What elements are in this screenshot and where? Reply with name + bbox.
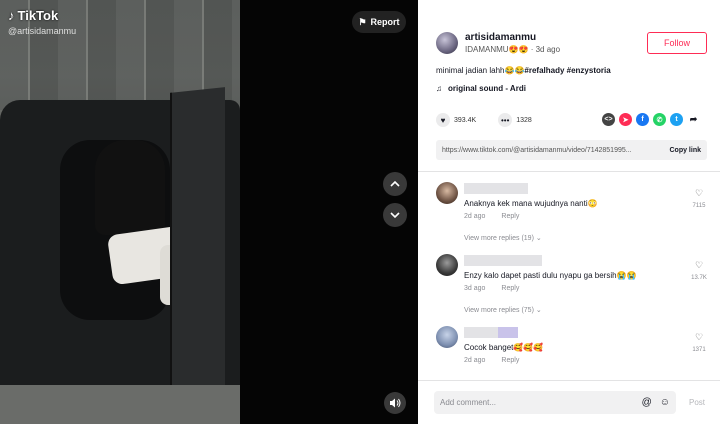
share-link-box: https://www.tiktok.com/@artisidamanmu/vi… bbox=[436, 140, 707, 160]
chevron-down-icon bbox=[390, 212, 400, 219]
music-note-icon: ♫ bbox=[436, 84, 442, 93]
comment-count: 1328 bbox=[516, 116, 532, 124]
tiktok-logo-icon: ♪ bbox=[8, 8, 15, 23]
embed-button[interactable]: <> bbox=[602, 113, 615, 126]
chevron-down-icon: ⌄ bbox=[535, 235, 542, 242]
whatsapp-icon: ✆ bbox=[656, 116, 663, 124]
send-icon: ➤ bbox=[622, 116, 629, 124]
heart-outline-icon: ♡ bbox=[694, 332, 704, 342]
commenter-avatar[interactable] bbox=[436, 254, 458, 276]
divider bbox=[418, 171, 720, 172]
car-door bbox=[170, 87, 225, 393]
previous-video-button[interactable] bbox=[383, 172, 407, 196]
reply-button[interactable]: Reply bbox=[501, 213, 519, 220]
facebook-share-button[interactable]: f bbox=[636, 113, 649, 126]
comment-text: Enzy kalo dapet pasti dulu nyapu ga bers… bbox=[464, 271, 637, 280]
video-player[interactable]: ♪ TikTok @artisidamanmu ⚑ Report bbox=[0, 0, 418, 424]
comment-like-button[interactable]: ♡ bbox=[692, 188, 706, 199]
author-avatar[interactable] bbox=[436, 32, 458, 54]
video-caption: minimal jadian lahh😂😂#refalhady #enzysto… bbox=[436, 66, 611, 75]
twitter-icon: t bbox=[675, 116, 678, 123]
comment-like-button[interactable]: ♡ bbox=[692, 260, 706, 271]
comment-input[interactable]: Add comment... @ ☺ bbox=[434, 391, 676, 414]
reply-button[interactable]: Reply bbox=[501, 285, 519, 292]
side-panel: artisidamanmu IDAMANMU😍😍 · 3d ago Follow… bbox=[418, 0, 720, 424]
facebook-icon: f bbox=[641, 116, 644, 123]
post-time: 3d ago bbox=[535, 45, 561, 54]
comment-text: Cocok banget🥰🥰🥰 bbox=[464, 343, 544, 352]
send-to-friends-button[interactable]: ➤ bbox=[619, 113, 632, 126]
commenter-name-redacted bbox=[464, 327, 518, 338]
watermark-brand: TikTok bbox=[17, 8, 59, 23]
watermark-handle: @artisidamanmu bbox=[8, 26, 77, 36]
post-button[interactable]: Post bbox=[689, 398, 705, 407]
caption-hashtags[interactable]: #refalhady #enzystoria bbox=[524, 66, 610, 75]
embed-icon: <> bbox=[604, 116, 613, 123]
comment-time: 2d ago bbox=[464, 213, 486, 220]
next-video-button[interactable] bbox=[383, 203, 407, 227]
comment-meta: 2d ago Reply bbox=[464, 357, 519, 364]
chevron-up-icon bbox=[390, 180, 400, 187]
commenter-avatar[interactable] bbox=[436, 326, 458, 348]
emoji-icon[interactable]: ☺ bbox=[660, 397, 670, 408]
more-share-button[interactable]: ➦ bbox=[687, 113, 700, 126]
like-count: 393.4K bbox=[454, 116, 477, 124]
comment-meta: 3d ago Reply bbox=[464, 285, 519, 292]
comment-button[interactable]: ••• bbox=[498, 113, 513, 127]
comment-like-count: 13.7K bbox=[691, 275, 707, 281]
commenter-avatar[interactable] bbox=[436, 182, 458, 204]
chevron-down-icon: ⌄ bbox=[535, 307, 542, 314]
music-title: original sound - Ardi bbox=[448, 84, 526, 93]
report-button[interactable]: ⚑ Report bbox=[352, 11, 406, 33]
heart-outline-icon: ♡ bbox=[694, 188, 704, 198]
tiktok-video-page: ♪ TikTok @artisidamanmu ⚑ Report artisid… bbox=[0, 0, 720, 424]
like-button[interactable]: ♥ bbox=[436, 113, 450, 127]
share-row: <> ➤ f ✆ t ➦ bbox=[602, 113, 700, 126]
mention-icon[interactable]: @ bbox=[642, 397, 652, 408]
comment-icon: ••• bbox=[500, 115, 510, 125]
music-link[interactable]: ♫ original sound - Ardi bbox=[436, 84, 526, 93]
commenter-name-redacted bbox=[464, 255, 542, 266]
follow-button[interactable]: Follow bbox=[647, 32, 707, 54]
comment-placeholder: Add comment... bbox=[440, 398, 497, 407]
comment-meta: 2d ago Reply bbox=[464, 213, 519, 220]
whatsapp-share-button[interactable]: ✆ bbox=[653, 113, 666, 126]
view-replies-label: View more replies (19) bbox=[464, 235, 534, 242]
comment-like-count: 1371 bbox=[692, 347, 706, 353]
comment-time: 2d ago bbox=[464, 357, 486, 364]
twitter-share-button[interactable]: t bbox=[670, 113, 683, 126]
reply-button[interactable]: Reply bbox=[501, 357, 519, 364]
copy-link-button[interactable]: Copy link bbox=[669, 147, 701, 154]
commenter-name-redacted bbox=[464, 183, 528, 194]
person-figure bbox=[95, 140, 165, 235]
stats-row: ♥ 393.4K ••• 1328 bbox=[436, 113, 532, 127]
share-arrow-icon: ➦ bbox=[689, 114, 698, 124]
tiktok-watermark: ♪ TikTok bbox=[8, 8, 58, 23]
caption-text: minimal jadian lahh😂😂 bbox=[436, 66, 525, 75]
flag-icon: ⚑ bbox=[358, 16, 367, 27]
volume-button[interactable] bbox=[384, 392, 406, 414]
comment-like-button[interactable]: ♡ bbox=[692, 332, 706, 343]
composer-icons: @ ☺ bbox=[642, 397, 670, 408]
video-frame: ♪ TikTok @artisidamanmu bbox=[0, 0, 240, 424]
report-label: Report bbox=[370, 17, 400, 27]
comment-composer: Add comment... @ ☺ Post bbox=[418, 380, 720, 424]
view-replies-label: View more replies (75) bbox=[464, 307, 534, 314]
comment-time: 3d ago bbox=[464, 285, 486, 292]
author-nickname: IDAMANMU😍😍 bbox=[465, 45, 529, 54]
ground bbox=[0, 385, 240, 424]
volume-icon bbox=[390, 398, 401, 408]
comment-like-count: 7115 bbox=[692, 203, 706, 209]
comment-text: Anaknya kek mana wujudnya nanti😳 bbox=[464, 199, 598, 208]
heart-icon: ♥ bbox=[440, 115, 446, 125]
share-link[interactable]: https://www.tiktok.com/@artisidamanmu/vi… bbox=[442, 147, 632, 154]
author-meta: IDAMANMU😍😍 · 3d ago bbox=[465, 45, 560, 54]
view-replies-button[interactable]: View more replies (19) ⌄ bbox=[464, 234, 542, 242]
heart-outline-icon: ♡ bbox=[694, 260, 704, 270]
view-replies-button[interactable]: View more replies (75) ⌄ bbox=[464, 306, 542, 314]
author-username[interactable]: artisidamanmu bbox=[465, 32, 536, 43]
